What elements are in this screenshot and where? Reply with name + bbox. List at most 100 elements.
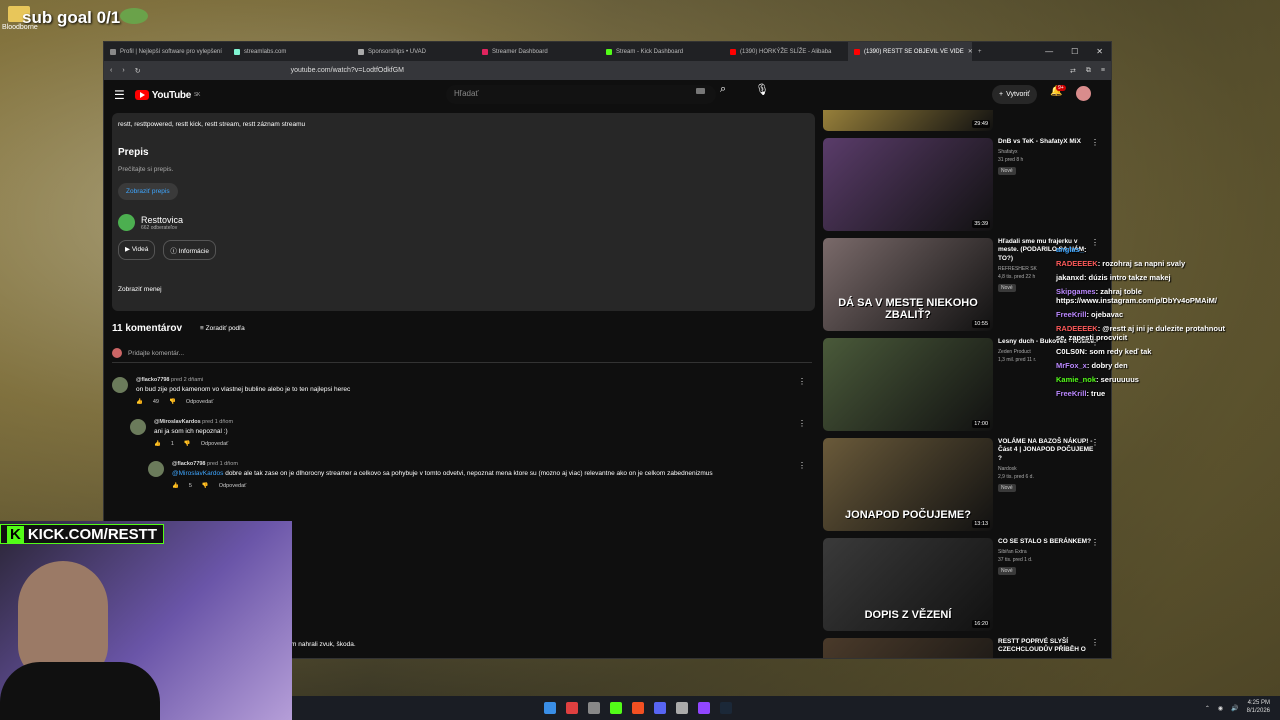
recommended-video[interactable]: 29:49 ⋮ bbox=[823, 110, 1103, 131]
taskbar-app-icon[interactable] bbox=[654, 702, 666, 714]
browser-tab[interactable]: Sponsorships • UVAD bbox=[352, 42, 476, 61]
extensions-icon[interactable]: ⧉ bbox=[1086, 67, 1091, 75]
browser-tab[interactable]: (1390) RESTT SE OBJEVIL VE VIDE ✕ bbox=[848, 42, 972, 61]
channel-info[interactable]: Resttovica 662 odberateľov bbox=[118, 214, 809, 231]
menu-icon[interactable]: ≡ bbox=[1101, 67, 1105, 75]
wifi-icon[interactable]: ◉ bbox=[1218, 705, 1223, 712]
chat-username[interactable]: RADEEEEK bbox=[1056, 259, 1098, 268]
new-tab-icon[interactable]: + bbox=[972, 49, 988, 55]
taskbar-app-icon[interactable] bbox=[544, 702, 556, 714]
more-options-icon[interactable]: ⋮ bbox=[1091, 438, 1099, 447]
chat-username[interactable]: MrFox_x bbox=[1056, 361, 1087, 370]
more-options-icon[interactable]: ⋮ bbox=[1091, 638, 1099, 647]
add-comment-field[interactable]: Pridajte komentár... bbox=[112, 348, 812, 363]
browser-tab[interactable]: (1390) HORKÝŽE SLÍŽE - Alibaba bbox=[724, 42, 848, 61]
taskbar-app-icon[interactable] bbox=[610, 702, 622, 714]
sort-button[interactable]: ≡ Zoradiť podľa bbox=[200, 325, 245, 332]
close-icon[interactable]: ✕ bbox=[1096, 47, 1103, 56]
chat-username[interactable]: FreeKrill bbox=[1056, 389, 1086, 398]
comment-mention[interactable]: @MiroslavKardos bbox=[172, 470, 223, 477]
keyboard-icon[interactable] bbox=[696, 88, 705, 94]
taskbar-app-icon[interactable] bbox=[588, 702, 600, 714]
create-button[interactable]: + Vytvoriť bbox=[992, 85, 1037, 104]
recommended-video[interactable]: JONAPOD POČUJEME? 13:13 VOLÁME NA BAZOŠ … bbox=[823, 438, 1103, 531]
reload-icon[interactable]: ↻ bbox=[135, 67, 141, 75]
chevron-up-icon[interactable]: ⌃ bbox=[1205, 705, 1210, 712]
video-title[interactable]: VOLÁME NA BAZOŠ NÁKUP! - Část 4 | JONAPO… bbox=[998, 438, 1098, 463]
chat-username[interactable]: Kamie_nok bbox=[1056, 375, 1096, 384]
url-field[interactable]: youtube.com/watch?v=LodtfOdkfGM bbox=[291, 67, 404, 74]
more-options-icon[interactable]: ⋮ bbox=[1091, 138, 1099, 147]
browser-tab[interactable]: streamlabs.com bbox=[228, 42, 352, 61]
back-icon[interactable]: ‹ bbox=[110, 67, 112, 74]
chat-username[interactable]: anglas_ bbox=[1056, 245, 1084, 254]
commenter-avatar[interactable] bbox=[130, 419, 146, 435]
like-icon[interactable]: 👍 bbox=[136, 399, 143, 405]
hamburger-icon[interactable]: ☰ bbox=[114, 88, 125, 102]
dislike-icon[interactable]: 👎 bbox=[184, 441, 191, 447]
info-button[interactable]: ⓘ Informácie bbox=[163, 240, 216, 260]
search-input[interactable]: Hľadať bbox=[446, 85, 716, 104]
minimize-icon[interactable]: — bbox=[1045, 47, 1053, 56]
video-thumbnail[interactable] bbox=[823, 638, 993, 658]
youtube-logo[interactable]: YouTube SK bbox=[134, 90, 200, 101]
more-options-icon[interactable]: ⋮ bbox=[798, 419, 806, 428]
commenter-avatar[interactable] bbox=[148, 461, 164, 477]
show-less-link[interactable]: Zobraziť menej bbox=[118, 286, 809, 293]
dislike-icon[interactable]: 👎 bbox=[169, 399, 176, 405]
taskbar-app-icon[interactable] bbox=[676, 702, 688, 714]
avatar[interactable] bbox=[1076, 86, 1091, 101]
taskbar-app-icon[interactable] bbox=[698, 702, 710, 714]
comment-author[interactable]: @flacko7798 bbox=[136, 377, 170, 383]
browser-tab[interactable]: Profil | Nejlepší software pro vylepšení bbox=[104, 42, 228, 61]
like-icon[interactable]: 👍 bbox=[154, 441, 161, 447]
video-title[interactable]: RESTT POPRVÉ SLYŠÍ CZECHCLOUDŮV PŘÍBĚH O bbox=[998, 638, 1098, 655]
video-thumbnail[interactable]: JONAPOD POČUJEME? 13:13 bbox=[823, 438, 993, 531]
chat-username[interactable]: jakanxd bbox=[1056, 273, 1084, 282]
volume-icon[interactable]: 🔊 bbox=[1231, 705, 1238, 712]
taskbar-app-icon[interactable] bbox=[720, 702, 732, 714]
more-options-icon[interactable]: ⋮ bbox=[798, 461, 806, 470]
reply-button[interactable]: Odpovedať bbox=[219, 483, 246, 489]
commenter-avatar[interactable] bbox=[112, 377, 128, 393]
recommended-video[interactable]: DOPIS Z VĚZENÍ 16:20 CO SE STALO S BERÁN… bbox=[823, 538, 1103, 631]
channel-avatar[interactable] bbox=[118, 214, 135, 231]
video-thumbnail[interactable]: DÁ SA V MESTE NIEKOHO ZBALIŤ? 10:55 bbox=[823, 238, 993, 331]
show-transcript-button[interactable]: Zobraziť prepis bbox=[118, 183, 178, 200]
recommended-video[interactable]: RESTT POPRVÉ SLYŠÍ CZECHCLOUDŮV PŘÍBĚH O… bbox=[823, 638, 1103, 658]
videos-button[interactable]: ▶ Videá bbox=[118, 240, 156, 260]
forward-icon[interactable]: › bbox=[122, 67, 124, 74]
reply-button[interactable]: Odpovedať bbox=[201, 441, 228, 447]
browser-tab[interactable]: Stream - Kick Dashboard bbox=[600, 42, 724, 61]
taskbar-app-icon[interactable] bbox=[566, 702, 578, 714]
comment-author[interactable]: @flacko7798 bbox=[172, 461, 206, 467]
like-icon[interactable]: 👍 bbox=[172, 483, 179, 489]
taskbar-app-icon[interactable] bbox=[632, 702, 644, 714]
dislike-icon[interactable]: 👎 bbox=[202, 483, 209, 489]
chat-username[interactable]: FreeKrill bbox=[1056, 310, 1086, 319]
chat-username[interactable]: RADEEEEK bbox=[1056, 324, 1098, 333]
video-channel[interactable]: Nardosk bbox=[998, 466, 1098, 474]
recommended-video[interactable]: 35:39 DnB vs TeK - ShafatyX MiX Shafatyx… bbox=[823, 138, 1103, 231]
video-title[interactable]: DnB vs TeK - ShafatyX MiX bbox=[998, 138, 1098, 146]
video-thumbnail[interactable]: 29:49 bbox=[823, 110, 993, 131]
search-icon[interactable]: ⌕ bbox=[720, 83, 726, 96]
video-channel[interactable]: Shafatyx bbox=[998, 149, 1098, 157]
comment-author[interactable]: @MiroslavKardos bbox=[154, 419, 201, 425]
more-options-icon[interactable]: ⋮ bbox=[1091, 538, 1099, 547]
clock[interactable]: 4:25 PM 8/1/2026 bbox=[1247, 700, 1270, 716]
video-thumbnail[interactable]: DOPIS Z VĚZENÍ 16:20 bbox=[823, 538, 993, 631]
video-channel[interactable]: Sibiřan Extra bbox=[998, 549, 1098, 557]
more-options-icon[interactable]: ⋮ bbox=[798, 377, 806, 386]
video-thumbnail[interactable]: 17:00 bbox=[823, 338, 993, 431]
chat-username[interactable]: Skipgames bbox=[1056, 287, 1096, 296]
browser-tab[interactable]: Streamer Dashboard bbox=[476, 42, 600, 61]
channel-name[interactable]: Resttovica bbox=[141, 215, 183, 225]
mic-icon[interactable]: 🎙 bbox=[755, 83, 769, 96]
reply-button[interactable]: Odpovedať bbox=[186, 399, 213, 405]
video-title[interactable]: CO SE STALO S BERÁNKEM? bbox=[998, 538, 1098, 546]
video-thumbnail[interactable]: 35:39 bbox=[823, 138, 993, 231]
maximize-icon[interactable]: ☐ bbox=[1071, 47, 1078, 56]
translate-icon[interactable]: ⇄ bbox=[1070, 67, 1076, 75]
chat-username[interactable]: C0LS0N bbox=[1056, 347, 1085, 356]
